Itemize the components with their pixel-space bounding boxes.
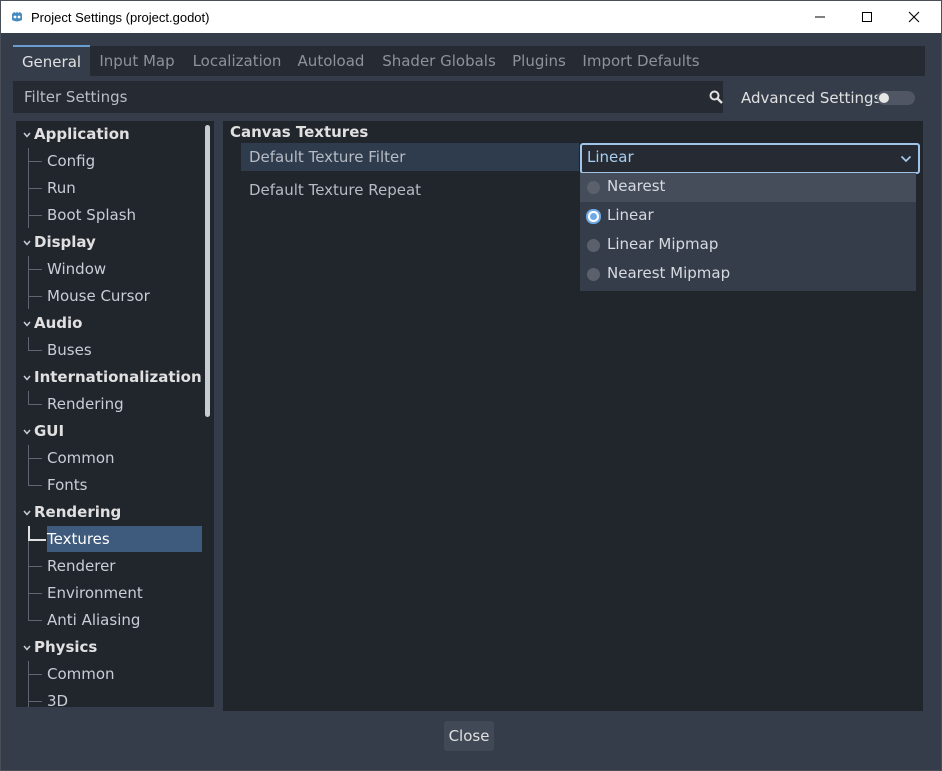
toggle-knob xyxy=(879,93,889,103)
tree-item-mouse-cursor[interactable]: Mouse Cursor xyxy=(16,283,202,310)
tab-shader-globals[interactable]: Shader Globals xyxy=(379,46,499,76)
search-icon xyxy=(709,90,723,104)
title-bar[interactable]: Project Settings (project.godot) xyxy=(1,1,941,33)
radio-checked-icon xyxy=(586,209,601,224)
godot-logo-icon xyxy=(12,11,22,22)
tree-item-textures[interactable]: Textures xyxy=(16,526,202,553)
maximize-icon xyxy=(862,12,872,22)
option-nearest-mipmap[interactable]: Nearest Mipmap xyxy=(580,260,916,289)
tree-item-i18n-rendering[interactable]: Rendering xyxy=(16,391,202,418)
tab-input-map[interactable]: Input Map xyxy=(93,46,181,76)
tab-import-defaults[interactable]: Import Defaults xyxy=(581,46,701,76)
texture-filter-dropdown[interactable]: Linear xyxy=(580,143,920,174)
window-title: Project Settings (project.godot) xyxy=(31,10,210,25)
tree-item-3d[interactable]: 3D xyxy=(16,688,202,707)
dialog-body: General Input Map Localization Autoload … xyxy=(1,33,941,770)
advanced-settings-label: Advanced Settings xyxy=(741,89,882,107)
tree-item-config[interactable]: Config xyxy=(16,148,202,175)
chevron-down-icon xyxy=(23,510,31,516)
chevron-down-icon xyxy=(23,429,31,435)
close-button[interactable]: Close xyxy=(444,721,494,751)
tree-item-renderer[interactable]: Renderer xyxy=(16,553,202,580)
chevron-down-icon xyxy=(23,645,31,651)
tree-item-gui-common[interactable]: Common xyxy=(16,445,202,472)
tree-item-window[interactable]: Window xyxy=(16,256,202,283)
maximize-button[interactable] xyxy=(844,1,890,33)
close-window-button[interactable] xyxy=(891,1,937,33)
tree-item-boot-splash[interactable]: Boot Splash xyxy=(16,202,202,229)
section-title: Canvas Textures xyxy=(230,123,369,141)
filter-placeholder: Filter Settings xyxy=(24,88,128,106)
chevron-down-icon xyxy=(23,240,31,246)
tab-general[interactable]: General xyxy=(13,45,90,77)
tree-scrollbar[interactable] xyxy=(205,125,210,417)
minimize-icon xyxy=(815,16,825,18)
settings-inspector: Canvas Textures Default Texture Filter D… xyxy=(223,121,923,711)
radio-unchecked-icon xyxy=(587,239,600,252)
radio-unchecked-icon xyxy=(587,268,600,281)
option-linear[interactable]: Linear xyxy=(580,202,916,231)
tab-plugins[interactable]: Plugins xyxy=(505,46,573,76)
filter-settings-input[interactable]: Filter Settings xyxy=(13,81,723,113)
settings-tree: Application Config Run Boot Splash Displ… xyxy=(16,121,214,707)
tree-item-environment[interactable]: Environment xyxy=(16,580,202,607)
tree-item-fonts[interactable]: Fonts xyxy=(16,472,202,499)
project-settings-window: Project Settings (project.godot) General… xyxy=(0,0,942,771)
chevron-down-icon xyxy=(23,321,31,327)
tree-item-physics-common[interactable]: Common xyxy=(16,661,202,688)
radio-dot xyxy=(590,213,597,220)
advanced-settings-toggle[interactable] xyxy=(877,91,915,105)
tab-autoload[interactable]: Autoload xyxy=(293,46,369,76)
chevron-down-icon xyxy=(23,375,31,381)
option-linear-mipmap[interactable]: Linear Mipmap xyxy=(580,231,916,260)
tree-item-buses[interactable]: Buses xyxy=(16,337,202,364)
minimize-button[interactable] xyxy=(797,1,843,33)
option-nearest[interactable]: Nearest xyxy=(580,173,916,202)
chevron-down-icon xyxy=(23,132,31,138)
property-default-texture-repeat[interactable]: Default Texture Repeat xyxy=(241,176,579,204)
dropdown-value: Linear xyxy=(587,148,634,166)
close-icon xyxy=(908,11,920,23)
property-default-texture-filter[interactable]: Default Texture Filter xyxy=(241,143,579,171)
chevron-down-icon xyxy=(900,155,912,163)
radio-unchecked-icon xyxy=(587,181,600,194)
tree-item-run[interactable]: Run xyxy=(16,175,202,202)
dropdown-popup: Nearest Linear Linear Mipmap Nearest Mip… xyxy=(580,173,916,291)
tree-item-anti-aliasing[interactable]: Anti Aliasing xyxy=(16,607,202,634)
tab-localization[interactable]: Localization xyxy=(189,46,285,76)
